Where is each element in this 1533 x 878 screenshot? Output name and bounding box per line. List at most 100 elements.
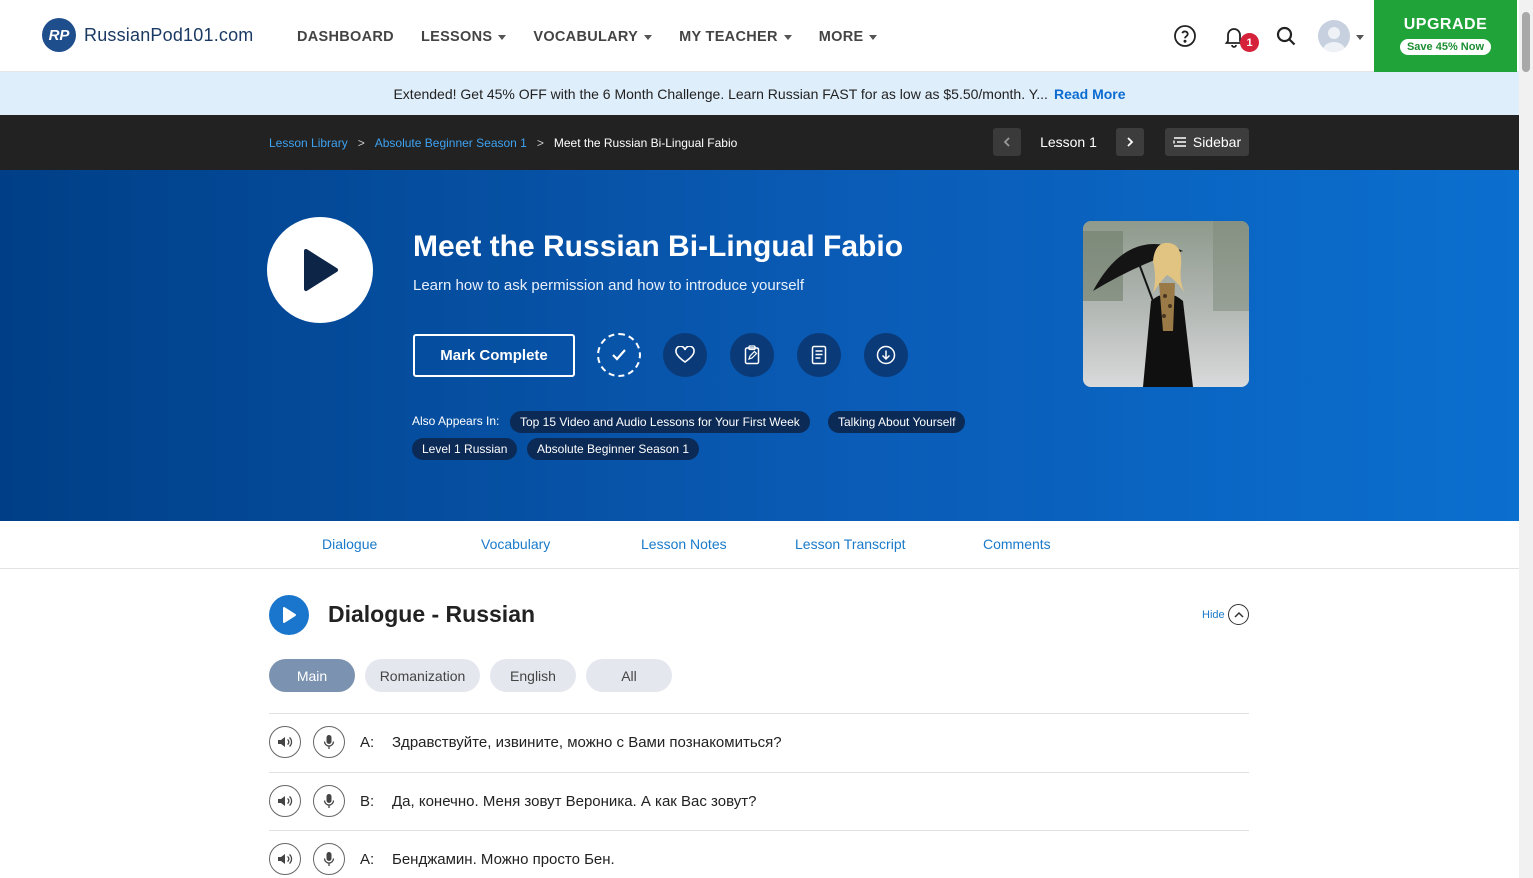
tag-absolute-beginner[interactable]: Absolute Beginner Season 1	[527, 438, 700, 460]
pill-all[interactable]: All	[586, 659, 672, 692]
sidebar-button[interactable]: Sidebar	[1165, 128, 1249, 156]
lesson-number: Lesson 1	[1040, 134, 1097, 150]
menu-more[interactable]: MORE	[819, 29, 878, 45]
breadcrumb-bar: Lesson Library > Absolute Beginner Seaso…	[0, 115, 1519, 170]
record-line-button[interactable]	[313, 726, 345, 758]
upgrade-button[interactable]: UPGRADE Save 45% Now	[1374, 0, 1517, 72]
upgrade-discount-badge: Save 45% Now	[1399, 39, 1492, 55]
speaker-icon	[278, 737, 293, 747]
pill-main[interactable]: Main	[269, 659, 355, 692]
pill-english[interactable]: English	[490, 659, 576, 692]
breadcrumb: Lesson Library > Absolute Beginner Seaso…	[269, 136, 737, 150]
menu-dashboard-label: DASHBOARD	[297, 29, 394, 45]
search-icon[interactable]	[1274, 24, 1298, 48]
clipboard-edit-icon	[744, 345, 760, 365]
caret-down-icon	[783, 34, 792, 40]
download-button[interactable]	[864, 333, 908, 377]
logo-text: RussianPod101.com	[84, 24, 254, 45]
dialogue-line: A: Здравствуйте, извините, можно с Вами …	[269, 713, 1249, 771]
tab-lesson-transcript[interactable]: Lesson Transcript	[795, 536, 906, 552]
tag-top-15-lessons[interactable]: Top 15 Video and Audio Lessons for Your …	[510, 411, 810, 433]
dialogue-line: B: Да, конечно. Меня зовут Вероника. А к…	[269, 772, 1249, 830]
dialogue-play-button[interactable]	[269, 595, 309, 635]
breadcrumb-season[interactable]: Absolute Beginner Season 1	[375, 136, 527, 150]
menu-vocabulary-label: VOCABULARY	[533, 29, 639, 45]
chevron-up-icon[interactable]	[1228, 604, 1249, 625]
menu-my-teacher[interactable]: MY TEACHER	[679, 29, 792, 45]
promo-read-more-link[interactable]: Read More	[1054, 86, 1126, 102]
previous-lesson-button[interactable]	[993, 128, 1021, 156]
speaker-label: A:	[360, 850, 375, 868]
main-menu: DASHBOARD LESSONS VOCABULARY MY TEACHER …	[297, 29, 878, 45]
menu-my-teacher-label: MY TEACHER	[679, 29, 778, 45]
caret-down-icon	[869, 34, 878, 40]
menu-vocabulary[interactable]: VOCABULARY	[533, 29, 653, 45]
lesson-subtitle: Learn how to ask permission and how to i…	[413, 277, 805, 294]
avatar[interactable]	[1318, 20, 1350, 52]
chevron-left-icon	[1003, 137, 1010, 147]
tab-lesson-notes[interactable]: Lesson Notes	[641, 536, 727, 552]
mark-complete-button[interactable]: Mark Complete	[413, 334, 575, 377]
play-line-audio-button[interactable]	[269, 843, 301, 875]
promo-text: Extended! Get 45% OFF with the 6 Month C…	[393, 85, 1048, 102]
record-line-button[interactable]	[313, 843, 345, 875]
caret-down-icon	[644, 34, 653, 40]
breadcrumb-current: Meet the Russian Bi-Lingual Fabio	[553, 136, 738, 150]
microphone-icon	[323, 794, 335, 808]
scrollbar-thumb[interactable]	[1522, 12, 1530, 72]
play-icon	[283, 607, 296, 623]
lesson-photo	[1083, 221, 1249, 387]
play-icon	[304, 249, 338, 291]
dialogue-title: Dialogue - Russian	[328, 601, 536, 627]
user-silhouette-icon	[1323, 27, 1345, 52]
sidebar-label: Sidebar	[1192, 134, 1242, 150]
breadcrumb-lesson-library[interactable]: Lesson Library	[269, 136, 348, 150]
microphone-icon	[323, 735, 335, 749]
speaker-icon	[278, 854, 293, 864]
tag-level-1-russian[interactable]: Level 1 Russian	[412, 438, 518, 460]
menu-more-label: MORE	[818, 29, 864, 45]
lesson-title: Meet the Russian Bi-Lingual Fabio	[413, 230, 904, 263]
play-line-audio-button[interactable]	[269, 785, 301, 817]
menu-lessons[interactable]: LESSONS	[420, 29, 507, 45]
tab-comments[interactable]: Comments	[983, 536, 1051, 552]
next-lesson-button[interactable]	[1116, 128, 1144, 156]
transcript-button[interactable]	[797, 333, 841, 377]
upgrade-title: UPGRADE	[1403, 16, 1488, 33]
speaker-icon	[278, 796, 293, 806]
avatar-caret-icon[interactable]	[1356, 35, 1364, 40]
play-line-audio-button[interactable]	[269, 726, 301, 758]
notes-button[interactable]	[730, 333, 774, 377]
notification-badge: 1	[1240, 33, 1259, 52]
tag-talking-about-yourself[interactable]: Talking About Yourself	[828, 411, 966, 433]
complete-check-button[interactable]	[597, 333, 641, 377]
pill-romanization[interactable]: Romanization	[365, 659, 480, 692]
breadcrumb-separator: >	[357, 136, 365, 150]
check-icon	[612, 349, 626, 361]
hide-dialogue-link[interactable]: Hide	[1202, 609, 1225, 621]
dialogue-line: A: Бенджамин. Можно просто Бен.	[269, 830, 1249, 878]
promo-banner: Extended! Get 45% OFF with the 6 Month C…	[0, 72, 1519, 115]
chevron-right-icon	[1127, 137, 1134, 147]
lesson-hero: Meet the Russian Bi-Lingual Fabio Learn …	[0, 170, 1519, 521]
menu-list-icon	[1173, 137, 1186, 147]
record-line-button[interactable]	[313, 785, 345, 817]
menu-lessons-label: LESSONS	[420, 29, 493, 45]
lesson-play-button[interactable]	[267, 217, 373, 323]
tab-vocabulary[interactable]: Vocabulary	[481, 536, 550, 552]
help-icon[interactable]	[1173, 24, 1197, 48]
top-navigation: RP RussianPod101.com DASHBOARD LESSONS V…	[0, 0, 1533, 72]
tab-dialogue[interactable]: Dialogue	[322, 536, 377, 552]
logo[interactable]: RP RussianPod101.com	[42, 18, 254, 52]
dialogue-line-text: Бенджамин. Можно просто Бен.	[392, 850, 615, 868]
breadcrumb-separator: >	[536, 136, 544, 150]
menu-dashboard[interactable]: DASHBOARD	[297, 29, 394, 45]
lesson-tabs: Dialogue Vocabulary Lesson Notes Lesson …	[0, 521, 1519, 569]
dialogue-line-text: Да, конечно. Меня зовут Вероника. А как …	[392, 792, 757, 810]
favorite-button[interactable]	[663, 333, 707, 377]
dialogue-line-text: Здравствуйте, извините, можно с Вами поз…	[392, 733, 782, 751]
heart-icon	[675, 346, 695, 363]
page-scrollbar[interactable]	[1519, 0, 1533, 878]
lesson-navigation: Lesson 1	[993, 128, 1144, 156]
woman-with-umbrella-image	[1083, 221, 1249, 387]
